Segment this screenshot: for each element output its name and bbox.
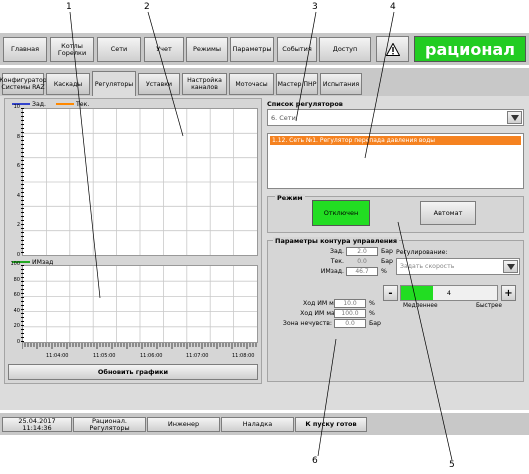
fast-label: Быстрее — [476, 303, 502, 309]
status-item-4: К пуску готов — [295, 417, 367, 432]
hod-min-unit: % — [369, 300, 375, 307]
y-tick-label: 10 — [13, 104, 20, 110]
y-tick-label: 4 — [16, 192, 20, 199]
regulation-dropdown-button[interactable] — [503, 260, 518, 273]
regulator-list[interactable]: 1.12. Сеть №1. Регулятор перепада давлен… — [267, 133, 524, 189]
tab-3[interactable]: Уставки — [138, 73, 180, 95]
chart1-yaxis: 10 8 6 4 2 0 — [6, 104, 24, 258]
tab-2[interactable]: Регуляторы — [92, 71, 136, 97]
tab-5[interactable]: Моточасы — [229, 73, 274, 95]
y-tick-label: 20 — [13, 323, 20, 330]
nav-button-6[interactable]: События — [277, 37, 317, 62]
cur-label: Тек. — [330, 258, 344, 265]
time-tick-label: 11:08:00 — [232, 353, 255, 359]
time-tick-label: 11:06:00 — [140, 353, 163, 359]
y-axis-ticks — [21, 108, 24, 256]
speed-bar[interactable]: 4 — [400, 285, 498, 301]
mode-panel — [267, 196, 524, 233]
regulator-select-value: 6. Сети — [271, 114, 296, 122]
hod-min-value[interactable]: 10.0 — [334, 299, 366, 308]
slow-label: Медленнее — [403, 303, 438, 309]
y-tick-label: 60 — [13, 292, 20, 299]
tab-4[interactable]: Настройка каналов — [182, 73, 227, 95]
tab-1[interactable]: Каскады — [46, 73, 90, 95]
status-item-0: 25.04.2017 11:14:36 — [2, 417, 72, 432]
speed-minus-button[interactable]: - — [383, 285, 398, 301]
y-tick-label: 100 — [10, 261, 20, 267]
nav-button-4[interactable]: Режимы — [186, 37, 228, 62]
nav-button-5[interactable]: Параметры — [230, 37, 274, 62]
hod-max-unit: % — [369, 310, 375, 317]
time-axis: 11:04:00 11:05:00 11:06:00 11:07:00 11:08:00 — [21, 343, 258, 361]
regulation-select[interactable]: Задать скорость — [396, 258, 520, 275]
set-unit: Бар — [381, 248, 393, 255]
regulation-label: Регулирование: — [396, 249, 448, 256]
cur-unit: Бар — [381, 258, 393, 265]
nav-button-0[interactable]: Главная — [3, 37, 47, 62]
regulator-list-item-selected[interactable]: 1.12. Сеть №1. Регулятор перепада давлен… — [270, 136, 521, 145]
mode-auto-button[interactable]: Автомат — [420, 201, 476, 225]
zone-unit: Бар — [369, 320, 381, 327]
cur-value: 0.0 — [357, 258, 367, 265]
im-label: ИМзад. — [320, 268, 344, 275]
time-tick-label: 11:05:00 — [93, 353, 116, 359]
callout-4: 4 — [390, 2, 396, 12]
legend-set-label: Зад. — [32, 100, 47, 108]
chart2-yaxis: 100 80 60 40 20 0 — [6, 261, 24, 345]
y-tick-label: 2 — [16, 222, 20, 229]
time-tick-label: 11:04:00 — [46, 353, 69, 359]
y-tick-label: 6 — [16, 163, 20, 170]
callout-3: 3 — [312, 2, 318, 12]
nav-button-3[interactable]: Учет — [144, 37, 184, 62]
regulation-select-value: Задать скорость — [400, 263, 455, 270]
zone-value[interactable]: 0.0 — [334, 319, 366, 328]
mode-title: Режим — [275, 194, 305, 202]
nav-button-1[interactable]: Котлы Горелки — [50, 37, 94, 62]
y-axis-ticks — [21, 265, 24, 343]
nav-button-7[interactable]: Доступ — [319, 37, 371, 62]
chart2-area — [22, 265, 258, 343]
y-tick-label: 80 — [13, 276, 20, 283]
callout-2: 2 — [144, 2, 150, 12]
speed-value: 4 — [446, 289, 452, 297]
callout-6: 6 — [312, 456, 318, 466]
chart1-legend: Зад. Тек. — [12, 100, 89, 108]
legend-cur-label: Тек. — [76, 100, 90, 108]
speed-plus-button[interactable]: + — [501, 285, 516, 301]
callout-5: 5 — [449, 460, 455, 470]
mode-off-label: Отключен — [323, 209, 359, 217]
chevron-down-icon — [510, 114, 519, 121]
im-unit: % — [381, 268, 387, 275]
chevron-down-icon — [506, 263, 515, 270]
nav-button-2[interactable]: Сети — [97, 37, 141, 62]
y-tick-label: 0 — [16, 339, 20, 345]
regulators-title: Список регуляторов — [267, 100, 343, 108]
time-tick-label: 11:07:00 — [186, 353, 209, 359]
update-charts-button[interactable]: Обновить графики — [8, 364, 258, 380]
callout-1: 1 — [66, 2, 72, 12]
set-label: Зад. — [329, 248, 344, 255]
status-item-3: Наладка — [221, 417, 294, 432]
params-title: Параметры контура управления — [273, 237, 400, 245]
tab-7[interactable]: Испытания — [320, 73, 362, 95]
warning-button[interactable] — [376, 36, 409, 62]
status-item-2: Инженер — [147, 417, 220, 432]
hod-max-value[interactable]: 100.0 — [334, 309, 366, 318]
tab-6[interactable]: Мастер ПНР — [276, 73, 318, 95]
legend-line-cur — [56, 103, 75, 105]
regulator-select[interactable]: 6. Сети — [267, 109, 524, 126]
mode-badge-text: рационал — [425, 39, 515, 59]
mode-badge: рационал — [414, 36, 526, 62]
select-dropdown-button[interactable] — [507, 111, 522, 124]
y-tick-label: 40 — [13, 307, 20, 314]
zone-label: Зона нечувств: — [282, 320, 332, 327]
tab-0[interactable]: Конфигуратор Системы RAZ — [0, 73, 47, 95]
set-value: 2.0 — [346, 247, 378, 256]
warning-triangle-icon — [385, 42, 400, 56]
y-tick-label: 8 — [16, 133, 20, 140]
mode-off-button[interactable]: Отключен — [312, 200, 370, 226]
status-item-1: Рационал. Регуляторы — [73, 417, 146, 432]
chart1-area — [22, 108, 258, 256]
im-value: 46.7 — [346, 267, 378, 276]
